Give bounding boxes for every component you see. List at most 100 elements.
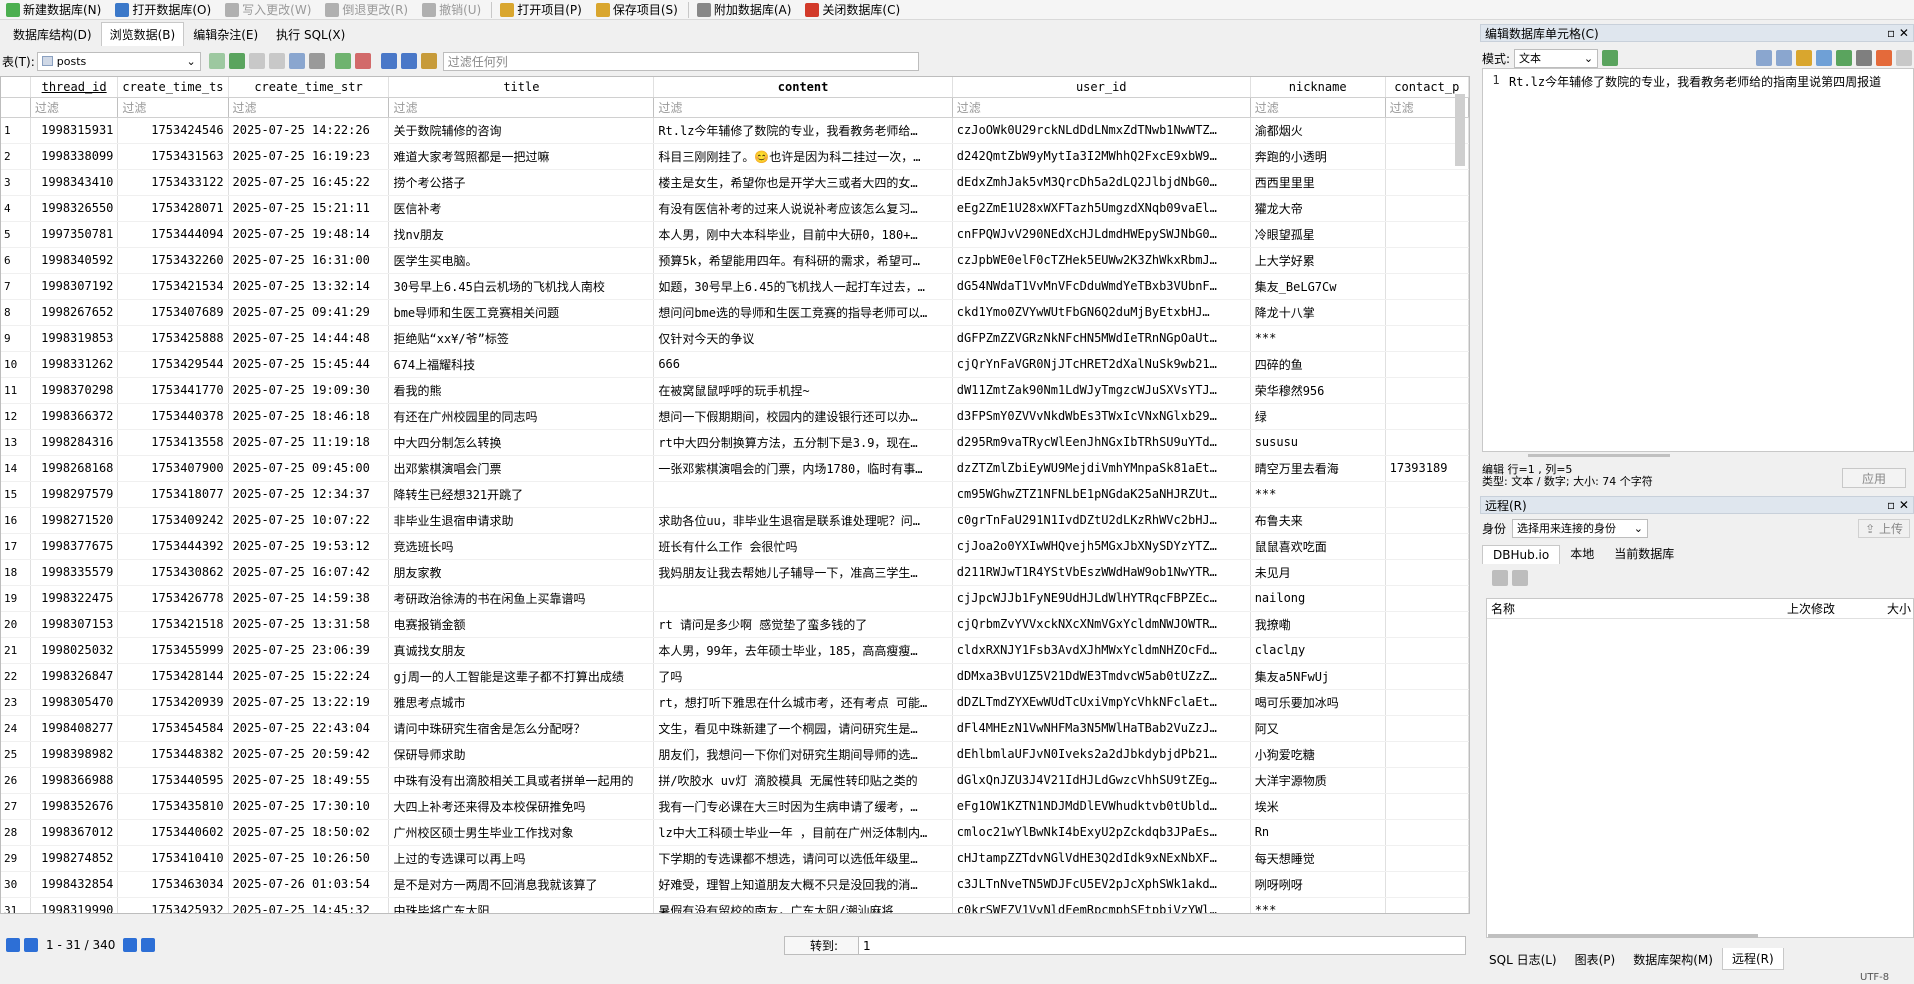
cell-contact_p[interactable] <box>1385 273 1469 300</box>
cell-content[interactable]: 在被窝鼠鼠呼呼的玩手机捏~ <box>653 377 953 404</box>
column-header-content[interactable]: content <box>653 77 953 98</box>
cell-thread_id[interactable]: 1998271520 <box>30 507 119 534</box>
grid-scrollbar[interactable] <box>1455 94 1465 166</box>
first-page-icon[interactable] <box>6 938 20 952</box>
table-row[interactable]: 20 1998307153 1753421518 2025-07-25 13:31:5… <box>1 611 1469 638</box>
cell-title[interactable]: 难道大家考驾照都是一把过嘛 <box>388 143 655 170</box>
mode-select[interactable]: 文本 ⌄ <box>1514 48 1599 68</box>
cell-create_time_ts[interactable]: 1753421518 <box>117 611 229 638</box>
table-row[interactable]: 10 1998331262 1753429544 2025-07-25 15:45:4… <box>1 351 1469 378</box>
cell-content[interactable]: 666 <box>653 351 953 378</box>
cell-editor-text[interactable]: 1 Rt.lz今年辅修了数院的专业，我看教务老师给的指南里说第四周报道 <box>1482 68 1914 452</box>
clear-icon[interactable] <box>1896 50 1912 66</box>
cell-thread_id[interactable]: 1998307153 <box>30 611 119 638</box>
last-page-icon[interactable] <box>141 938 156 952</box>
table-row[interactable]: 30 1998432854 1753463034 2025-07-26 01:03:5… <box>1 871 1469 898</box>
new-db-button[interactable]: 新建数据库(N) <box>0 0 109 20</box>
cell-content[interactable]: 如题，30号早上6.45的飞机找人一起打车过去，… <box>653 273 953 300</box>
cell-title[interactable]: 医信补考 <box>388 195 655 222</box>
cell-thread_id[interactable]: 1997350781 <box>30 221 119 248</box>
open-project-button[interactable]: 打开项目(P) <box>494 0 590 20</box>
table-row[interactable]: 12 1998366372 1753440378 2025-07-25 18:46:1… <box>1 403 1469 430</box>
cell-content[interactable]: 班长有什么工作 会很忙吗 <box>653 533 953 560</box>
cell-create_time_ts[interactable]: 1753444392 <box>117 533 229 560</box>
cell-thread_id[interactable]: 1998315931 <box>30 117 119 144</box>
cell-thread_id[interactable]: 1998367012 <box>30 819 119 846</box>
filter-clear-icon[interactable] <box>208 53 225 69</box>
cell-create_time_str[interactable]: 2025-07-25 23:06:39 <box>228 637 390 664</box>
cell-thread_id[interactable]: 1998326550 <box>30 195 119 222</box>
cell-thread_id[interactable]: 1998326847 <box>30 663 119 690</box>
cell-create_time_str[interactable]: 2025-07-25 15:22:24 <box>228 663 390 690</box>
cell-nickname[interactable]: 晴空万里去看海 <box>1250 455 1386 482</box>
cell-content[interactable]: 科目三刚刚挂了。😊也许是因为科二挂过一次，… <box>653 143 953 170</box>
cell-create_time_str[interactable]: 2025-07-25 13:32:14 <box>228 273 390 300</box>
row-number[interactable]: 1 <box>1 117 31 144</box>
cell-create_time_str[interactable]: 2025-07-25 14:59:38 <box>228 585 390 612</box>
row-number[interactable]: 26 <box>1 767 31 794</box>
cell-nickname[interactable]: Rn <box>1250 819 1386 846</box>
cell-user_id[interactable]: czJoOWk0U29rckNLdDdLNmxZdTNwb1NwWTZ… <box>952 117 1251 144</box>
cell-user_id[interactable]: dFl4MHEzN1VwNHFMa3N5MWlHaTBab2VuZzJ… <box>952 715 1251 742</box>
clear-sort-icon[interactable] <box>248 53 265 69</box>
row-number[interactable]: 19 <box>1 585 31 612</box>
cell-thread_id[interactable]: 1998335579 <box>30 559 119 586</box>
cell-title[interactable]: 真诚找女朋友 <box>388 637 655 664</box>
goto-input[interactable]: 1 <box>858 936 1466 955</box>
cell-content[interactable]: rt，想打听下雅思在什么城市考，还有考点 可能… <box>653 689 953 716</box>
cell-thread_id[interactable]: 1998319990 <box>30 897 119 913</box>
format-icon[interactable] <box>420 53 437 69</box>
cell-user_id[interactable]: cm95WGhwZTZ1NFNLbE1pNGdaK25aNHJRZUt… <box>952 481 1251 508</box>
cell-create_time_ts[interactable]: 1753409242 <box>117 507 229 534</box>
table-row[interactable]: 8 1998267652 1753407689 2025-07-25 09:41:29… <box>1 299 1469 326</box>
row-number[interactable]: 14 <box>1 455 31 482</box>
cell-content[interactable]: 拼/吹胶水 uv灯 滴胶模具 无属性转印贴之类的 <box>653 767 953 794</box>
cell-nickname[interactable]: 渝都烟火 <box>1250 117 1386 144</box>
cell-user_id[interactable]: d3FPSmY0ZVVvNkdWbEs3TWxIcVNxNGlxb29… <box>952 403 1251 430</box>
cell-thread_id[interactable]: 1998274852 <box>30 845 119 872</box>
cell-contact_p[interactable] <box>1385 819 1469 846</box>
cell-contact_p[interactable] <box>1385 585 1469 612</box>
cell-create_time_str[interactable]: 2025-07-25 18:49:55 <box>228 767 390 794</box>
cell-content[interactable]: 想问一下假期期间，校园内的建设银行还可以办… <box>653 403 953 430</box>
table-row[interactable]: 15 1998297579 1753418077 2025-07-25 12:34:3… <box>1 481 1469 508</box>
cell-content[interactable]: 本人男，99年，去年硕士毕业，185，高高瘦瘦… <box>653 637 953 664</box>
cell-create_time_ts[interactable]: 1753428071 <box>117 195 229 222</box>
cell-contact_p[interactable] <box>1385 663 1469 690</box>
cell-user_id[interactable]: c3JLTnNveTN5WDJFcU5EV2pJcXphSWk1akd… <box>952 871 1251 898</box>
cell-content[interactable]: 求助各位uu，非毕业生退宿是联系谁处理呢？问… <box>653 507 953 534</box>
column-filter-create_time_str[interactable]: 过滤 <box>228 97 390 118</box>
cell-nickname[interactable]: nailong <box>1250 585 1386 612</box>
open-db-button[interactable]: 打开数据库(O) <box>109 0 219 20</box>
word-wrap-icon[interactable] <box>1756 50 1772 66</box>
cell-title[interactable]: 医学生买电脑。 <box>388 247 655 274</box>
font-icon[interactable] <box>380 53 397 69</box>
refresh-icon[interactable] <box>228 53 245 69</box>
row-number[interactable]: 9 <box>1 325 31 352</box>
cell-nickname[interactable]: 鼠鼠喜欢吃面 <box>1250 533 1386 560</box>
table-row[interactable]: 26 1998366988 1753440595 2025-07-25 18:49:5… <box>1 767 1469 794</box>
cell-nickname[interactable]: 降龙十八掌 <box>1250 299 1386 326</box>
cell-nickname[interactable]: 獾龙大帝 <box>1250 195 1386 222</box>
cell-user_id[interactable]: cjQrbmZvYVVxckNXcXNmVGxYcldmNWJOWTR… <box>952 611 1251 638</box>
table-row[interactable]: 21 1998025032 1753455999 2025-07-25 23:06:3… <box>1 637 1469 664</box>
auto-switch-icon[interactable] <box>1602 50 1619 66</box>
column-header-create_time_str[interactable]: create_time_str <box>228 77 390 98</box>
cell-title[interactable]: 是不是对方一两周不回消息我就该算了 <box>388 871 655 898</box>
cell-create_time_str[interactable]: 2025-07-25 16:31:00 <box>228 247 390 274</box>
cell-content[interactable]: 朋友们，我想问一下你们对研究生期间导师的选… <box>653 741 953 768</box>
cell-create_time_ts[interactable]: 1753425888 <box>117 325 229 352</box>
row-number[interactable]: 25 <box>1 741 31 768</box>
cell-create_time_str[interactable]: 2025-07-25 16:07:42 <box>228 559 390 586</box>
find-icon[interactable] <box>400 53 417 69</box>
cell-nickname[interactable]: claclдy <box>1250 637 1386 664</box>
remote-tab-2[interactable]: 当前数据库 <box>1604 543 1684 564</box>
cell-contact_p[interactable] <box>1385 247 1469 274</box>
cell-title[interactable]: 中珠毕将广东太阳 <box>388 897 655 913</box>
cell-thread_id[interactable]: 1998297579 <box>30 481 119 508</box>
cell-user_id[interactable]: cjJpcWJJb1FyNE9UdHJLdWlHYTRqcFBPZEc… <box>952 585 1251 612</box>
cell-contact_p[interactable] <box>1385 403 1469 430</box>
row-number[interactable]: 28 <box>1 819 31 846</box>
table-row[interactable]: 11 1998370298 1753441770 2025-07-25 19:09:3… <box>1 377 1469 404</box>
cell-contact_p[interactable] <box>1385 299 1469 326</box>
